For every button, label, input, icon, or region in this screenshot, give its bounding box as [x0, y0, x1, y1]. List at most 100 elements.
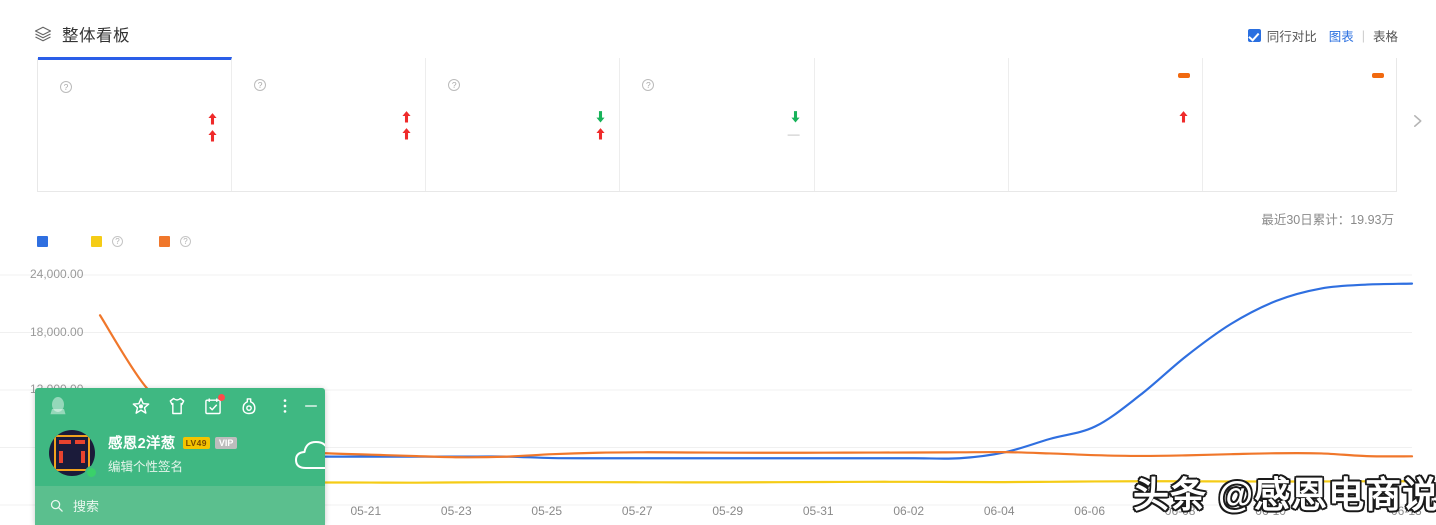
qq-search-bar[interactable]: 搜索 — [35, 486, 325, 525]
qq-panel[interactable]: 感恩2洋葱 LV49 VIP 编辑个性签名 搜索 — [35, 388, 325, 525]
chart-x-tick-label: 05-27 — [621, 504, 653, 518]
flat-dash-icon: — — [787, 126, 800, 141]
arrow-up-icon — [208, 112, 217, 125]
chart-x-tick-label: 05-31 — [802, 504, 834, 518]
help-icon[interactable]: ? — [60, 81, 72, 93]
legend-item[interactable]: ? — [159, 236, 191, 247]
star-icon[interactable] — [131, 396, 151, 416]
legend-swatch — [159, 236, 170, 247]
peer-compare-checkbox[interactable] — [1247, 29, 1261, 42]
chart-y-tick-label: 24,000.00 — [30, 267, 84, 281]
calendar-badge-dot — [218, 394, 225, 401]
chart-x-tick-label: 05-21 — [350, 504, 382, 518]
level-badge: LV49 — [182, 436, 210, 449]
kpi-comparisons: — — [637, 108, 800, 142]
view-toggle-chart[interactable]: 图表 — [1329, 26, 1354, 45]
kpi-card[interactable] — [815, 58, 1009, 191]
vase-icon[interactable] — [239, 396, 259, 416]
more-menu-icon[interactable] — [275, 396, 295, 416]
kpi-comparison-row — [1026, 108, 1188, 125]
chevron-right-icon — [1414, 115, 1422, 127]
qq-signature[interactable]: 编辑个性签名 — [108, 456, 183, 475]
layers-icon — [34, 25, 52, 43]
qq-titlebar — [35, 388, 325, 424]
kpi-promo-badge[interactable] — [1177, 73, 1190, 78]
view-toggle-table[interactable]: 表格 — [1373, 26, 1398, 45]
kpi-comparison-row — [832, 125, 994, 142]
kpi-card[interactable]: ? — [38, 57, 233, 191]
legend-swatch — [37, 236, 48, 247]
kpi-comparison-row: — — [637, 125, 800, 142]
help-icon[interactable]: ? — [180, 236, 191, 247]
kpi-comparison-row — [637, 108, 800, 125]
kpi-card-row: ???? — — [37, 57, 1397, 192]
kpi-comparisons — [1026, 108, 1188, 142]
chart-cumulative-summary: 最近30日累计：19.93万 — [1261, 213, 1394, 227]
chart-x-tick-label: 05-25 — [531, 504, 563, 518]
qq-nickname[interactable]: 感恩2洋葱 — [108, 432, 176, 453]
kpi-comparison-value-group — [1173, 110, 1188, 123]
kpi-card-head: ? — [249, 76, 411, 94]
shirt-icon[interactable] — [167, 396, 187, 416]
minimize-icon[interactable] — [301, 396, 321, 416]
help-icon[interactable]: ? — [112, 236, 123, 247]
watermark: 头条 @感恩电商说 — [1133, 474, 1436, 515]
kpi-card[interactable] — [1009, 58, 1203, 191]
kpi-comparison-row — [1026, 125, 1188, 142]
chart-x-tick-label: 06-04 — [983, 504, 1015, 518]
kpi-card[interactable] — [1203, 58, 1396, 191]
arrow-up-icon — [208, 129, 217, 142]
kpi-comparison-value-group — [202, 129, 217, 142]
kpi-card-head: ? — [637, 76, 799, 94]
kpi-comparison-row — [55, 110, 217, 127]
kpi-card[interactable]: ? — — [620, 58, 815, 191]
kpi-card[interactable]: ? — [232, 58, 427, 191]
kpi-comparison-row — [1220, 125, 1382, 142]
kpi-comparison-value-group — [396, 110, 411, 123]
kpi-comparison-value-group — [396, 127, 411, 140]
kpi-promo-badge[interactable] — [1371, 73, 1384, 78]
kpi-comparisons — [55, 110, 217, 144]
search-icon — [49, 498, 64, 513]
legend-item[interactable]: ? — [91, 236, 123, 247]
peer-compare-label[interactable]: 同行对比 — [1267, 26, 1317, 45]
help-icon[interactable]: ? — [254, 79, 267, 91]
kpi-comparison-row — [249, 125, 411, 142]
kpi-comparison-row — [443, 125, 605, 142]
nickname-row: 感恩2洋葱 LV49 VIP — [108, 432, 238, 453]
chart-x-tick-label: 06-02 — [893, 504, 925, 518]
legend-item[interactable] — [37, 236, 55, 247]
arrow-up-icon — [402, 110, 411, 123]
arrow-up-icon — [596, 127, 605, 140]
kpi-card-head — [1220, 76, 1382, 94]
qq-profile: 感恩2洋葱 LV49 VIP 编辑个性签名 — [35, 424, 325, 486]
chart-x-tick-label: 05-23 — [440, 504, 472, 518]
kpi-card[interactable]: ? — [426, 58, 621, 191]
chart-y-tick-label: 18,000.00 — [30, 324, 84, 339]
help-icon[interactable]: ? — [448, 79, 461, 91]
kpi-comparisons — [832, 108, 994, 142]
kpi-card-head: ? — [443, 76, 605, 94]
arrow-up-icon — [402, 127, 411, 140]
arrow-down-icon — [596, 110, 605, 123]
cloud-icon[interactable] — [293, 438, 325, 472]
dashboard-page: 整体看板 同行对比 图表 | 表格 ???? — 最近30日累计：19.93万 ?… — [0, 0, 1436, 525]
kpi-next-page-button[interactable] — [1404, 108, 1430, 138]
kpi-comparisons — [249, 108, 411, 142]
legend-swatch — [91, 236, 102, 247]
kpi-comparisons — [443, 108, 605, 142]
qq-penguin-icon[interactable] — [49, 396, 67, 416]
header-controls: 同行对比 图表 | 表格 — [1247, 26, 1398, 45]
page-title-group: 整体看板 — [34, 22, 130, 46]
arrow-up-icon — [1179, 110, 1188, 123]
chart-x-tick-label: 05-29 — [712, 504, 744, 518]
help-icon[interactable]: ? — [642, 79, 655, 91]
kpi-comparison-row — [249, 108, 411, 125]
kpi-comparison-value-group — [202, 112, 217, 125]
arrow-down-icon — [791, 110, 800, 123]
kpi-comparison-row — [443, 108, 605, 125]
kpi-comparison-row — [55, 127, 217, 144]
kpi-comparison-value-group — [785, 110, 800, 123]
kpi-comparisons — [1220, 108, 1382, 142]
chart-legend: ?? — [37, 236, 191, 247]
